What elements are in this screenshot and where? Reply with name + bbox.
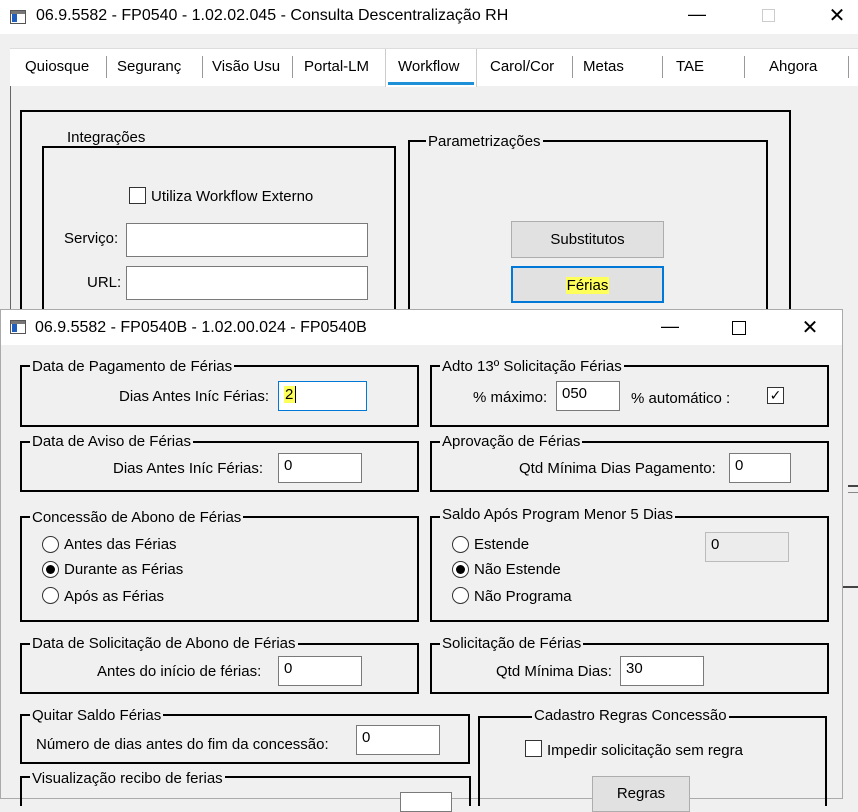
- tab-separator: [744, 56, 745, 78]
- back-window-edge: [848, 485, 858, 487]
- abono-option-radio[interactable]: [42, 587, 59, 604]
- maximize-icon[interactable]: [762, 9, 775, 22]
- app-icon: [10, 10, 26, 24]
- saldo-option-label: Não Estende: [474, 561, 561, 578]
- close-icon[interactable]: ✕: [795, 315, 825, 340]
- impedir-sem-regra-checkbox[interactable]: [525, 740, 542, 757]
- front-window-titlebar[interactable]: 06.9.5582 - FP0540B - 1.02.00.024 - FP05…: [0, 309, 843, 345]
- front-window-title: 06.9.5582 - FP0540B - 1.02.00.024 - FP05…: [35, 319, 367, 336]
- abono-option-radio[interactable]: [42, 536, 59, 553]
- aviso-days-label: Dias Antes Iníc Férias:: [113, 460, 264, 477]
- aprovacao-min-days-label: Qtd Mínima Dias Pagamento:: [519, 460, 716, 477]
- service-label: Serviço:: [64, 230, 119, 247]
- tab-separator: [572, 56, 573, 78]
- tab-strip: Quiosque Seguranç Visão Usu Portal-LM Wo…: [10, 48, 858, 87]
- service-input[interactable]: [126, 223, 368, 257]
- tab-metas[interactable]: Metas: [583, 58, 624, 75]
- tab-page-border-left: [10, 86, 11, 311]
- ferias-button-label: Férias: [565, 277, 610, 294]
- tab-tae[interactable]: TAE: [676, 58, 704, 75]
- substitutos-button[interactable]: Substitutos: [511, 221, 664, 258]
- auto-percent-label: % automático :: [631, 390, 731, 407]
- abono-option-label: Durante as Férias: [64, 561, 184, 578]
- tab-workflow-active[interactable]: Workflow: [385, 49, 477, 87]
- aviso-days-input[interactable]: 0: [278, 453, 362, 483]
- back-window-title: 06.9.5582 - FP0540 - 1.02.02.045 - Consu…: [36, 7, 509, 24]
- tab-separator: [106, 56, 107, 78]
- aprovacao-min-days-input[interactable]: 0: [729, 453, 791, 483]
- solic-abono-label: Antes do início de férias:: [97, 663, 262, 680]
- cadastro-legend: Cadastro Regras Concessão: [532, 707, 729, 724]
- tab-carol[interactable]: Carol/Cor: [490, 58, 554, 75]
- aprovacao-legend: Aprovação de Férias: [440, 433, 583, 450]
- tab-seguranca[interactable]: Seguranç: [117, 58, 181, 75]
- tab-separator: [202, 56, 203, 78]
- saldo-option-radio[interactable]: [452, 536, 469, 553]
- tab-separator: [662, 56, 663, 78]
- back-window-edge: [842, 586, 858, 588]
- minimize-icon[interactable]: —: [682, 4, 712, 25]
- integracoes-legend: Integrações: [65, 129, 148, 146]
- pagamento-days-label: Dias Antes Iníc Férias:: [119, 388, 270, 405]
- tab-ahgora[interactable]: Ahgora: [769, 58, 817, 75]
- quitar-days-input[interactable]: 0: [356, 725, 440, 755]
- saldo-option-radio[interactable]: [452, 587, 469, 604]
- close-icon[interactable]: ✕: [822, 3, 852, 28]
- quitar-days-label: Número de dias antes do fim da concessão…: [36, 736, 329, 753]
- ferias-button[interactable]: Férias: [511, 266, 664, 303]
- saldo-legend: Saldo Após Program Menor 5 Dias: [440, 506, 675, 523]
- url-input[interactable]: [126, 266, 368, 300]
- pagamento-days-input[interactable]: 2: [278, 381, 367, 411]
- saldo-option-label: Não Programa: [474, 588, 572, 605]
- pagamento-days-value: 2: [284, 386, 297, 403]
- saldo-option-label: Estende: [474, 536, 530, 553]
- max-percent-label: % máximo:: [473, 389, 548, 406]
- quitar-legend: Quitar Saldo Férias: [30, 707, 164, 724]
- impedir-sem-regra-label: Impedir solicitação sem regra: [547, 742, 743, 759]
- max-percent-input[interactable]: 050: [556, 381, 620, 411]
- use-external-workflow-label: Utiliza Workflow Externo: [151, 188, 314, 205]
- tab-separator: [848, 56, 849, 78]
- abono-legend: Concessão de Abono de Férias: [30, 509, 244, 526]
- abono-option-label: Após as Férias: [64, 588, 165, 605]
- abono-option-radio[interactable]: [42, 561, 59, 578]
- adto13-legend: Adto 13º Solicitação Férias: [440, 358, 624, 375]
- active-tab-indicator: [388, 82, 474, 85]
- tab-separator: [292, 56, 293, 78]
- back-window-titlebar[interactable]: 06.9.5582 - FP0540 - 1.02.02.045 - Consu…: [0, 0, 858, 34]
- minimize-icon[interactable]: —: [655, 316, 685, 337]
- abono-option-label: Antes das Férias: [64, 536, 177, 553]
- solic-abono-legend: Data de Solicitação de Abono de Férias: [30, 635, 298, 652]
- quitar-group-edge: [468, 714, 470, 764]
- solic-ferias-min-days-label: Qtd Mínima Dias:: [496, 663, 612, 680]
- tab-workflow: Workflow: [398, 58, 460, 75]
- regras-button[interactable]: Regras: [592, 776, 690, 812]
- app-icon: [10, 320, 26, 334]
- recibo-legend: Visualização recibo de ferias: [30, 770, 225, 787]
- auto-percent-checkbox[interactable]: ✓: [767, 387, 784, 404]
- solic-ferias-min-days-input[interactable]: 30: [620, 656, 704, 686]
- saldo-option-radio[interactable]: [452, 561, 469, 578]
- maximize-icon[interactable]: [732, 321, 746, 335]
- parametrizacoes-legend: Parametrizações: [426, 133, 543, 150]
- url-label: URL:: [87, 274, 122, 291]
- pagamento-legend: Data de Pagamento de Férias: [30, 358, 235, 375]
- solic-abono-input[interactable]: 0: [278, 656, 362, 686]
- solic-ferias-legend: Solicitação de Férias: [440, 635, 584, 652]
- tab-portal-lm[interactable]: Portal-LM: [304, 58, 369, 75]
- use-external-workflow-checkbox[interactable]: [129, 187, 146, 204]
- tab-visao-usu[interactable]: Visão Usu: [212, 58, 280, 75]
- back-window-edge: [848, 492, 858, 493]
- tab-quiosque[interactable]: Quiosque: [25, 58, 89, 75]
- aviso-legend: Data de Aviso de Férias: [30, 433, 193, 450]
- recibo-input[interactable]: [400, 792, 452, 812]
- saldo-readonly-field: 0: [705, 532, 789, 562]
